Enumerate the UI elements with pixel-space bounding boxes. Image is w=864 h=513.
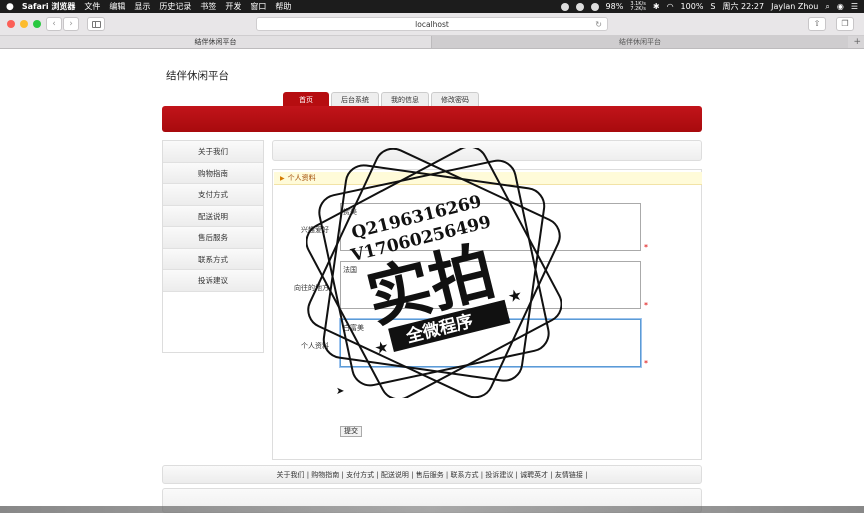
spotlight-icon[interactable]: ⌕ — [825, 2, 829, 12]
nav-buttons: ‹ › — [46, 17, 79, 31]
wifi-icon[interactable]: ◠ — [667, 2, 674, 11]
required-mark: * — [644, 359, 648, 368]
sidebar-item-after-sales[interactable]: 售后服务 — [163, 227, 263, 249]
clock[interactable]: 周六 22:27 — [723, 1, 765, 12]
left-sidebar: 关于我们 购物指南 支付方式 配送说明 售后服务 联系方式 投诉建议 — [162, 140, 264, 353]
field-label-destination: 向往的地方 — [294, 284, 329, 292]
field-label-profile: 个人资料 — [301, 342, 329, 350]
banner-bar — [162, 106, 702, 132]
user-name[interactable]: Jaylan Zhou — [771, 2, 818, 11]
apple-menu-icon[interactable]: ● — [6, 2, 14, 12]
notification-icon[interactable] — [590, 2, 599, 11]
safari-toolbar: ‹ › localhost ↻ ⇧ ❐ — [0, 13, 864, 36]
menu-app-safari[interactable]: Safari 浏览器 — [22, 1, 76, 12]
window-controls — [7, 20, 41, 28]
sidebar-toggle-button[interactable] — [87, 17, 105, 31]
bluetooth-icon[interactable]: ✱ — [653, 2, 660, 11]
triangle-icon: ▶ — [280, 175, 285, 182]
main-nav: 首页 后台系统 我的信息 修改密码 — [283, 92, 479, 106]
minimize-window-button[interactable] — [20, 20, 28, 28]
site-title: 结伴休闲平台 — [166, 70, 229, 82]
sidebar-icon — [92, 21, 101, 28]
menu-bookmarks[interactable]: 书签 — [200, 1, 216, 12]
tabs-overview-button[interactable]: ❐ — [836, 17, 854, 31]
macos-menubar: ● Safari 浏览器 文件 编辑 显示 历史记录 书签 开发 窗口 帮助 9… — [0, 0, 864, 13]
control-center-icon[interactable]: ☰ — [851, 2, 858, 11]
menu-view[interactable]: 显示 — [134, 1, 150, 12]
required-mark: * — [644, 243, 648, 252]
nav-admin[interactable]: 后台系统 — [331, 92, 379, 106]
sidebar-item-shopping-guide[interactable]: 购物指南 — [163, 162, 263, 184]
menu-window[interactable]: 窗口 — [250, 1, 266, 12]
url-text: localhost — [415, 20, 449, 29]
nav-home[interactable]: 首页 — [283, 92, 329, 106]
profile-textarea[interactable]: 白富美 — [340, 319, 641, 367]
share-button[interactable]: ⇧ — [808, 17, 826, 31]
record-icon[interactable] — [560, 2, 569, 11]
new-tab-button[interactable]: + — [853, 36, 861, 48]
web-page: 结伴休闲平台 首页 后台系统 我的信息 修改密码 关于我们 购物指南 支付方式 … — [0, 49, 864, 513]
battery-percent[interactable]: 98% — [606, 2, 624, 11]
forward-button[interactable]: › — [63, 17, 79, 31]
close-window-button[interactable] — [7, 20, 15, 28]
volume-percent[interactable]: 100% — [681, 2, 704, 11]
tab-bar: 结伴休闲平台 结伴休闲平台 + — [0, 36, 864, 49]
wechat-icon[interactable] — [575, 2, 584, 11]
section-title: 个人资料 — [287, 174, 316, 182]
destination-textarea[interactable]: 法国 — [340, 261, 641, 309]
menu-help[interactable]: 帮助 — [275, 1, 291, 12]
sidebar-item-about[interactable]: 关于我们 — [163, 141, 263, 163]
menu-history[interactable]: 历史记录 — [159, 1, 191, 12]
siri-icon[interactable]: ◉ — [837, 2, 844, 11]
network-speed: 3.1K/s 7.2K/s — [630, 1, 646, 12]
menu-develop[interactable]: 开发 — [225, 1, 241, 12]
nav-my-info[interactable]: 我的信息 — [381, 92, 429, 106]
sidebar-item-delivery[interactable]: 配送说明 — [163, 205, 263, 227]
required-mark: * — [644, 301, 648, 310]
submit-button[interactable]: 提交 — [340, 426, 362, 437]
back-button[interactable]: ‹ — [46, 17, 62, 31]
nav-change-password[interactable]: 修改密码 — [431, 92, 479, 106]
profile-form-panel: ▶ 个人资料 兴趣爱好 赏美 * 向往的地方 法国 * 个人资料 白富美 * 提交 — [272, 169, 702, 460]
zoom-window-button[interactable] — [33, 20, 41, 28]
input-source-icon[interactable]: S — [710, 2, 715, 11]
toolbar-right: ⇧ ❐ — [808, 17, 854, 31]
reload-icon[interactable]: ↻ — [595, 18, 602, 31]
dock — [0, 506, 864, 513]
sidebar-item-contact[interactable]: 联系方式 — [163, 248, 263, 270]
section-header: ▶ 个人资料 — [274, 172, 702, 185]
net-down: 7.2K/s — [630, 5, 646, 12]
footer-links[interactable]: 关于我们 | 购物指南 | 支付方式 | 配送说明 | 售后服务 | 联系方式 … — [162, 465, 702, 484]
mouse-cursor-icon: ➤ — [336, 386, 345, 397]
sidebar-item-complaint[interactable]: 投诉建议 — [163, 270, 263, 292]
interests-textarea[interactable]: 赏美 — [340, 203, 641, 251]
content-header — [272, 140, 702, 161]
address-bar[interactable]: localhost ↻ — [256, 17, 608, 31]
tab-active[interactable]: 结伴休闲平台 — [0, 36, 432, 48]
sidebar-item-payment[interactable]: 支付方式 — [163, 184, 263, 206]
field-label-interests: 兴趣爱好 — [301, 226, 329, 234]
status-area: 98% 3.1K/s 7.2K/s ✱ ◠ 100% S 周六 22:27 Jay… — [560, 1, 858, 12]
menu-file[interactable]: 文件 — [84, 1, 100, 12]
tab-second[interactable]: 结伴休闲平台 — [432, 36, 848, 48]
menu-edit[interactable]: 编辑 — [109, 1, 125, 12]
